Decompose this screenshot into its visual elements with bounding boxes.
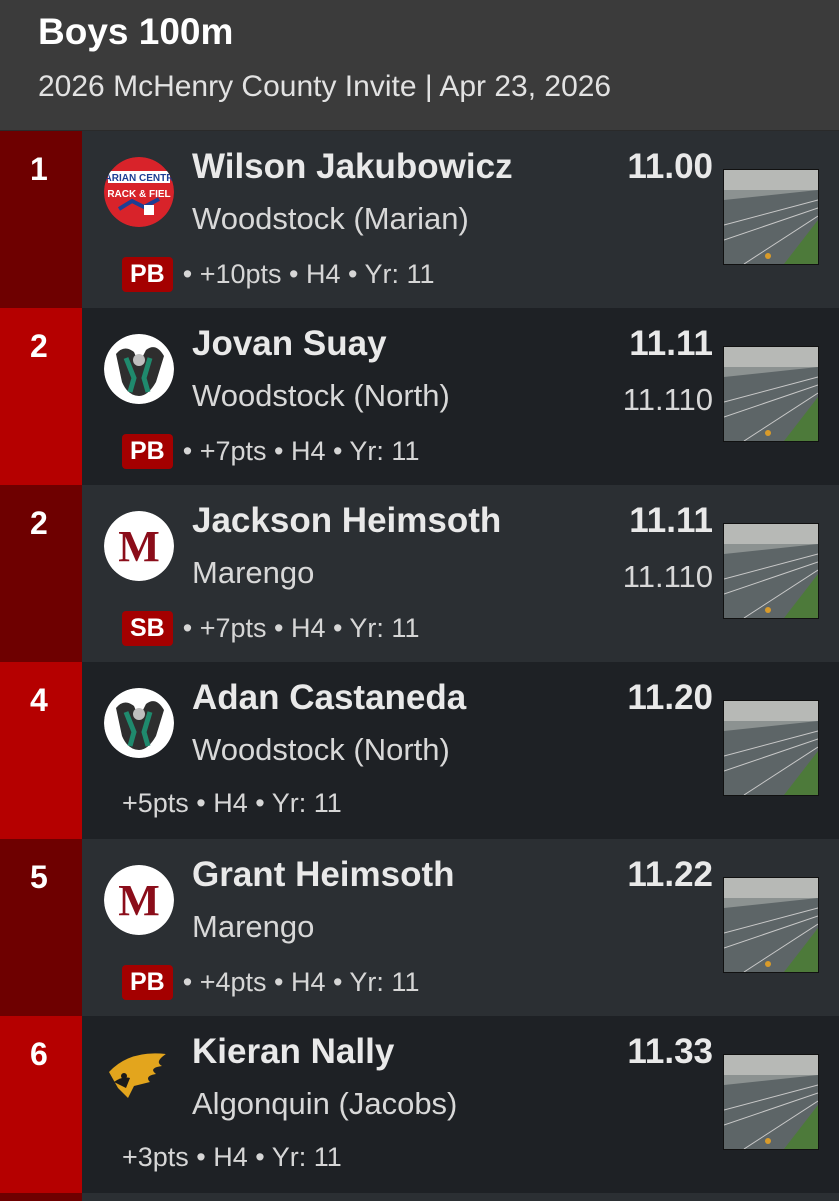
school-name[interactable]: Marengo xyxy=(192,555,314,591)
svg-text:RACK & FIEL: RACK & FIEL xyxy=(107,189,170,200)
result-time: 11.22 xyxy=(627,855,713,894)
place-number: 1 xyxy=(0,131,82,308)
race-video-thumbnail[interactable] xyxy=(723,169,819,265)
result-meta: +3pts • H4 • Yr: 11 xyxy=(122,1142,342,1173)
result-time: 11.11 xyxy=(629,501,713,540)
result-row[interactable]: 1 ARIAN CENTR RACK & FIEL Wilson Jakubow… xyxy=(0,131,839,308)
school-name[interactable]: Woodstock (North) xyxy=(192,378,450,414)
result-meta: PB • +10pts • H4 • Yr: 11 xyxy=(122,257,434,292)
race-video-thumbnail[interactable] xyxy=(723,346,819,442)
result-time-detail: 11.110 xyxy=(622,382,713,417)
meta-text: • +7pts • H4 • Yr: 11 xyxy=(182,436,420,466)
pb-badge: PB xyxy=(122,965,173,1000)
school-name[interactable]: Woodstock (Marian) xyxy=(192,201,469,237)
result-meta: +5pts • H4 • Yr: 11 xyxy=(122,788,342,819)
race-video-thumbnail[interactable] xyxy=(723,523,819,619)
svg-text:M: M xyxy=(118,522,160,571)
meta-text: • +7pts • H4 • Yr: 11 xyxy=(182,613,420,643)
result-time: 11.20 xyxy=(627,678,713,717)
result-row[interactable]: 2 M Jackson Heimsoth Marengo 11.11 11.11… xyxy=(0,485,839,662)
result-time: 11.11 xyxy=(629,324,713,363)
meet-subtitle: 2026 McHenry County Invite | Apr 23, 202… xyxy=(38,70,612,103)
place-number: 6 xyxy=(0,1016,82,1193)
result-row[interactable]: 6 Kieran Nally Algonquin (Jacobs) 11.33 … xyxy=(0,1016,839,1193)
athlete-name[interactable]: Grant Heimsoth xyxy=(192,855,455,895)
pb-badge: PB xyxy=(122,434,173,469)
school-name[interactable]: Marengo xyxy=(192,909,314,945)
place-number: 5 xyxy=(0,839,82,1016)
sb-badge: SB xyxy=(122,611,173,646)
event-header: Boys 100m 2026 McHenry County Invite | A… xyxy=(0,0,839,131)
place-number: 2 xyxy=(0,308,82,485)
marian-central-logo: ARIAN CENTR RACK & FIEL xyxy=(104,157,174,227)
race-video-thumbnail[interactable] xyxy=(723,700,819,796)
svg-text:ARIAN CENTR: ARIAN CENTR xyxy=(105,173,174,184)
result-row[interactable]: 2 Jovan Suay Woodstock (North) 11.11 11.… xyxy=(0,308,839,485)
athlete-name[interactable]: Adan Castaneda xyxy=(192,678,466,718)
pb-badge: PB xyxy=(122,257,173,292)
meta-text: • +4pts • H4 • Yr: 11 xyxy=(182,967,420,997)
school-name[interactable]: Woodstock (North) xyxy=(192,732,450,768)
place-number: 4 xyxy=(0,662,82,839)
athlete-name[interactable]: Jovan Suay xyxy=(192,324,387,364)
woodstock-north-logo xyxy=(104,334,174,404)
result-time: 11.00 xyxy=(627,147,713,186)
race-video-thumbnail[interactable] xyxy=(723,1054,819,1150)
woodstock-north-logo xyxy=(104,688,174,758)
event-title: Boys 100m xyxy=(38,11,234,52)
result-row[interactable]: 5 M Grant Heimsoth Marengo 11.22 PB • +4… xyxy=(0,839,839,1016)
result-row[interactable]: 4 Adan Castaneda Woodstock (North) 11.20… xyxy=(0,662,839,839)
marengo-logo: M xyxy=(104,511,174,581)
meta-text: +3pts • H4 • Yr: 11 xyxy=(122,1142,342,1172)
athlete-name[interactable]: Wilson Jakubowicz xyxy=(192,147,513,187)
place-number: 2 xyxy=(0,485,82,662)
result-time-detail: 11.110 xyxy=(622,559,713,594)
jacobs-logo xyxy=(104,1042,174,1112)
school-name[interactable]: Algonquin (Jacobs) xyxy=(192,1086,457,1122)
meta-text: +5pts • H4 • Yr: 11 xyxy=(122,788,342,818)
meta-text: • +10pts • H4 • Yr: 11 xyxy=(182,259,435,289)
result-meta: SB • +7pts • H4 • Yr: 11 xyxy=(122,611,419,646)
svg-text:M: M xyxy=(118,876,160,925)
athlete-name[interactable]: Jackson Heimsoth xyxy=(192,501,501,541)
result-meta: PB • +4pts • H4 • Yr: 11 xyxy=(122,965,419,1000)
race-video-thumbnail[interactable] xyxy=(723,877,819,973)
result-time: 11.33 xyxy=(627,1032,713,1071)
athlete-name[interactable]: Kieran Nally xyxy=(192,1032,394,1072)
result-meta: PB • +7pts • H4 • Yr: 11 xyxy=(122,434,419,469)
marengo-logo: M xyxy=(104,865,174,935)
